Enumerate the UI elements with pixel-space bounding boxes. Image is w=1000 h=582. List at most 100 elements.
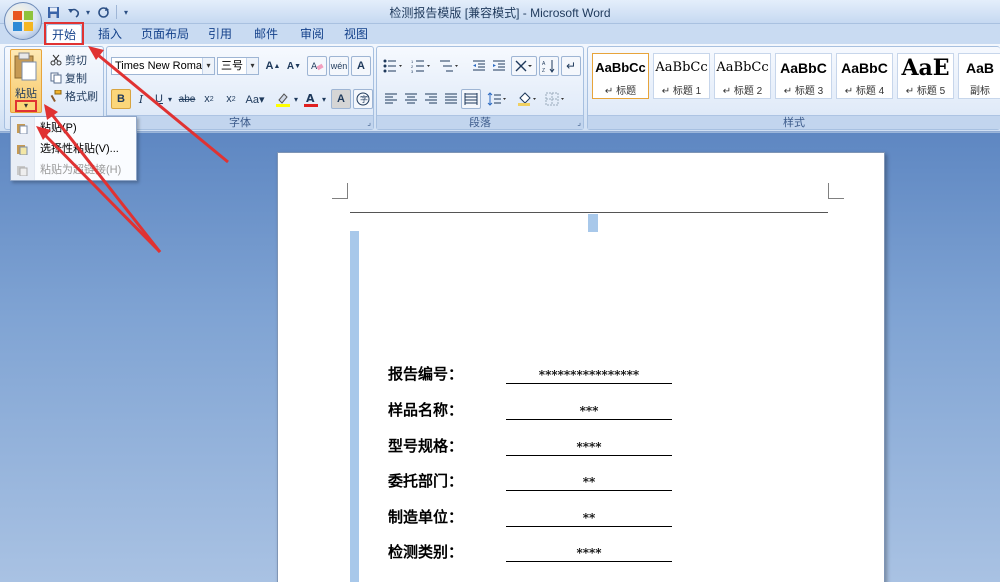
bold-button[interactable]: B xyxy=(111,89,131,109)
copy-button[interactable]: 复制 xyxy=(50,69,87,87)
style-title[interactable]: AaBbCc ↵ 标题 xyxy=(592,53,649,99)
character-border-button[interactable]: A xyxy=(351,56,371,76)
paste-dropdown-button[interactable]: ▾ xyxy=(15,100,37,112)
shrink-font-button[interactable]: A ▼ xyxy=(284,56,304,76)
font-name-combo[interactable]: Times New Roman ▾ xyxy=(111,57,215,75)
style-name: ↵ 标题 xyxy=(604,86,637,97)
doc-row-label: 制造单位： xyxy=(388,508,464,526)
change-case-button[interactable]: Aa▾ xyxy=(243,89,267,109)
tab-insert[interactable]: 插入 xyxy=(92,24,128,44)
format-painter-button[interactable]: 格式刷 xyxy=(50,87,98,105)
character-shading-button[interactable]: A xyxy=(331,89,351,109)
italic-button[interactable]: I xyxy=(131,89,151,109)
cut-label: 剪切 xyxy=(65,55,87,67)
clear-format-button[interactable]: A xyxy=(307,56,327,76)
doc-row-label: 样品名称： xyxy=(388,401,464,419)
ribbon-tabs: 开始 插入 页面布局 引用 邮件 审阅 视图 xyxy=(0,24,1000,44)
menu-item-paste[interactable]: 粘贴(P) xyxy=(11,118,136,138)
paste-dropdown-menu: 粘贴(P) 选择性粘贴(V)... 粘贴为超链接(H) xyxy=(10,116,137,181)
phonetic-guide-button[interactable]: wén xyxy=(329,56,349,76)
paste-hyperlink-icon xyxy=(17,166,28,176)
doc-row-sample-name[interactable]: 样品名称： *** xyxy=(388,396,672,420)
underline-dropdown-icon[interactable]: ▾ xyxy=(165,89,175,109)
margin-corner-top-right xyxy=(828,183,844,199)
justify-button[interactable] xyxy=(441,89,461,109)
grow-font-button[interactable]: A ▲ xyxy=(263,56,283,76)
tab-review[interactable]: 审阅 xyxy=(294,24,330,44)
shading-button[interactable] xyxy=(515,89,541,109)
tab-view[interactable]: 视图 xyxy=(338,24,374,44)
document-page[interactable]: 报告编号： **************** 样品名称： *** 型号规格： *… xyxy=(277,152,885,582)
line-spacing-icon xyxy=(487,92,506,106)
left-margin-bar xyxy=(350,231,359,582)
increase-indent-button[interactable] xyxy=(489,56,509,76)
decrease-indent-button[interactable] xyxy=(469,56,489,76)
style-heading-1[interactable]: AaBbCc ↵ 标题 1 xyxy=(653,53,710,99)
highlight-color-button[interactable] xyxy=(273,89,293,109)
doc-row-test-type[interactable]: 检测类别： **** xyxy=(388,538,672,562)
doc-row-label: 型号规格： xyxy=(388,437,464,455)
highlight-dropdown-icon[interactable]: ▾ xyxy=(291,89,301,109)
paintbrush-icon xyxy=(50,90,62,102)
style-heading-3[interactable]: AaBbC ↵ 标题 3 xyxy=(775,53,832,99)
highlighter-icon xyxy=(276,93,290,107)
tab-mailings[interactable]: 邮件 xyxy=(248,24,284,44)
undo-icon[interactable] xyxy=(64,3,82,21)
align-left-icon xyxy=(385,93,397,104)
doc-row-client-dept[interactable]: 委托部门： ** xyxy=(388,467,672,491)
enclose-characters-button[interactable]: 字 xyxy=(353,89,373,109)
multilevel-list-button[interactable] xyxy=(437,56,463,76)
style-name: ↵ 标题 2 xyxy=(722,86,763,97)
bullets-button[interactable] xyxy=(381,56,407,76)
style-heading-4[interactable]: AaBbC ↵ 标题 4 xyxy=(836,53,893,99)
tab-page-layout[interactable]: 页面布局 xyxy=(138,24,192,44)
subscript-button[interactable]: x2 xyxy=(199,89,219,109)
font-color-dropdown-icon[interactable]: ▾ xyxy=(319,89,329,109)
office-button[interactable] xyxy=(4,2,42,40)
align-center-button[interactable] xyxy=(401,89,421,109)
distributed-button[interactable] xyxy=(461,89,481,109)
align-right-button[interactable] xyxy=(421,89,441,109)
style-heading-2[interactable]: AaBbCc ↵ 标题 2 xyxy=(714,53,771,99)
align-left-button[interactable] xyxy=(381,89,401,109)
font-name-value: Times New Roman xyxy=(115,60,209,72)
redo-icon[interactable] xyxy=(94,3,112,21)
customize-icon[interactable]: ▾ xyxy=(121,3,131,21)
save-icon[interactable] xyxy=(44,3,62,21)
chinese-layout-icon xyxy=(515,60,532,72)
doc-row-manufacturer[interactable]: 制造单位： ** xyxy=(388,503,672,527)
undo-dropdown-icon[interactable]: ▾ xyxy=(84,3,92,21)
style-sample: AaE xyxy=(901,55,950,81)
home-tab-highlight-box xyxy=(44,22,84,45)
svg-text:3: 3 xyxy=(411,69,414,73)
numbering-button[interactable]: 123 xyxy=(409,56,435,76)
paste-button[interactable]: 粘贴 ▾ xyxy=(10,49,42,113)
menu-item-label: 粘贴(P) xyxy=(40,122,77,134)
superscript-button[interactable]: x2 xyxy=(221,89,241,109)
style-name: ↵ 标题 5 xyxy=(905,86,946,97)
chevron-down-icon[interactable]: ▾ xyxy=(202,58,214,74)
doc-row-model[interactable]: 型号规格： **** xyxy=(388,432,672,456)
menu-item-paste-special[interactable]: 选择性粘贴(V)... xyxy=(11,139,136,159)
paragraph-dialog-launcher-icon[interactable]: ⌟ xyxy=(577,118,581,127)
chinese-layout-button[interactable] xyxy=(511,56,537,76)
sort-button[interactable]: AZ xyxy=(539,56,559,76)
style-subtitle[interactable]: AaB 副标 xyxy=(958,53,1000,99)
font-size-combo[interactable]: 三号 ▾ xyxy=(217,57,259,75)
show-hide-marks-button[interactable]: ↵ xyxy=(561,56,581,76)
font-color-button[interactable]: A xyxy=(301,89,321,109)
font-dialog-launcher-icon[interactable]: ⌟ xyxy=(367,118,371,127)
line-spacing-button[interactable] xyxy=(485,89,511,109)
style-heading-5[interactable]: AaE ↵ 标题 5 xyxy=(897,53,954,99)
tab-references[interactable]: 引用 xyxy=(202,24,238,44)
doc-row-report-no[interactable]: 报告编号： **************** xyxy=(388,360,672,384)
cut-button[interactable]: 剪切 xyxy=(50,51,87,69)
align-right-icon xyxy=(425,93,437,104)
chevron-down-icon[interactable]: ▾ xyxy=(246,58,258,74)
strikethrough-button[interactable]: abe xyxy=(177,89,197,109)
window-title: 检测报告模版 [兼容模式] - Microsoft Word xyxy=(389,6,611,20)
borders-button[interactable] xyxy=(543,89,569,109)
clear-format-icon: A xyxy=(311,62,324,72)
font-group-label: 字体 xyxy=(107,115,373,129)
font-color-icon: A xyxy=(304,92,318,107)
